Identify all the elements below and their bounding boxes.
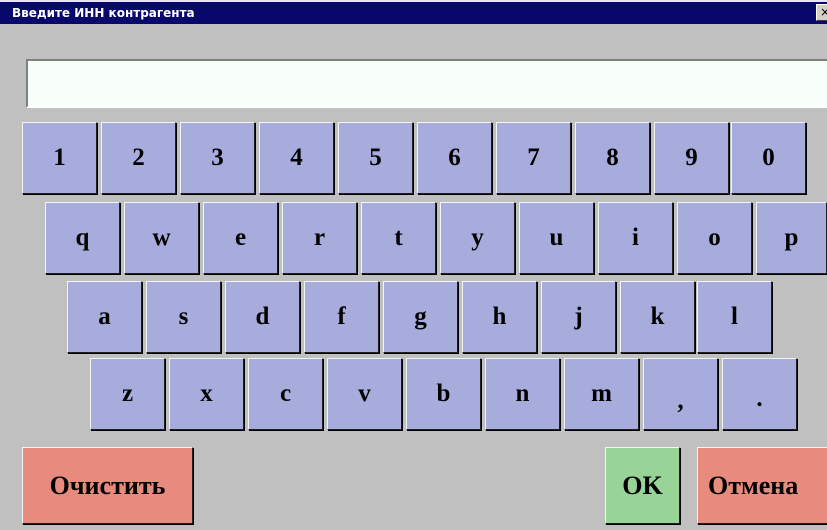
window-title: Введите ИНН контрагента [12,6,195,20]
key-b[interactable]: b [406,358,481,430]
key-q[interactable]: q [45,202,120,274]
key-r[interactable]: r [282,202,357,274]
key-x[interactable]: x [169,358,244,430]
ok-button[interactable]: OK [605,447,680,524]
key-p[interactable]: p [756,202,827,274]
key-period[interactable]: . [722,358,797,430]
key-i[interactable]: i [598,202,673,274]
close-button[interactable]: × [816,4,827,21]
key-l[interactable]: l [697,281,772,353]
key-c[interactable]: c [248,358,323,430]
key-z[interactable]: z [90,358,165,430]
key-n[interactable]: n [485,358,560,430]
inn-input[interactable] [26,59,827,108]
key-5[interactable]: 5 [338,122,413,194]
key-w[interactable]: w [124,202,199,274]
close-icon: × [819,5,827,19]
clear-button[interactable]: Очистить [22,447,193,524]
key-6[interactable]: 6 [417,122,492,194]
key-e[interactable]: e [203,202,278,274]
key-comma[interactable]: , [643,358,718,430]
cancel-button[interactable]: Отмена [697,447,827,524]
key-m[interactable]: m [564,358,639,430]
key-1[interactable]: 1 [22,122,97,194]
key-v[interactable]: v [327,358,402,430]
key-f[interactable]: f [304,281,379,353]
key-8[interactable]: 8 [575,122,650,194]
key-7[interactable]: 7 [496,122,571,194]
key-o[interactable]: o [677,202,752,274]
key-a[interactable]: a [67,281,142,353]
key-h[interactable]: h [462,281,537,353]
key-j[interactable]: j [541,281,616,353]
key-g[interactable]: g [383,281,458,353]
key-2[interactable]: 2 [101,122,176,194]
key-u[interactable]: u [519,202,594,274]
key-4[interactable]: 4 [259,122,334,194]
key-9[interactable]: 9 [654,122,729,194]
key-d[interactable]: d [225,281,300,353]
key-k[interactable]: k [620,281,695,353]
key-3[interactable]: 3 [180,122,255,194]
title-bar: Введите ИНН контрагента × [0,0,827,24]
key-y[interactable]: y [440,202,515,274]
key-s[interactable]: s [146,281,221,353]
key-t[interactable]: t [361,202,436,274]
key-0[interactable]: 0 [731,122,806,194]
